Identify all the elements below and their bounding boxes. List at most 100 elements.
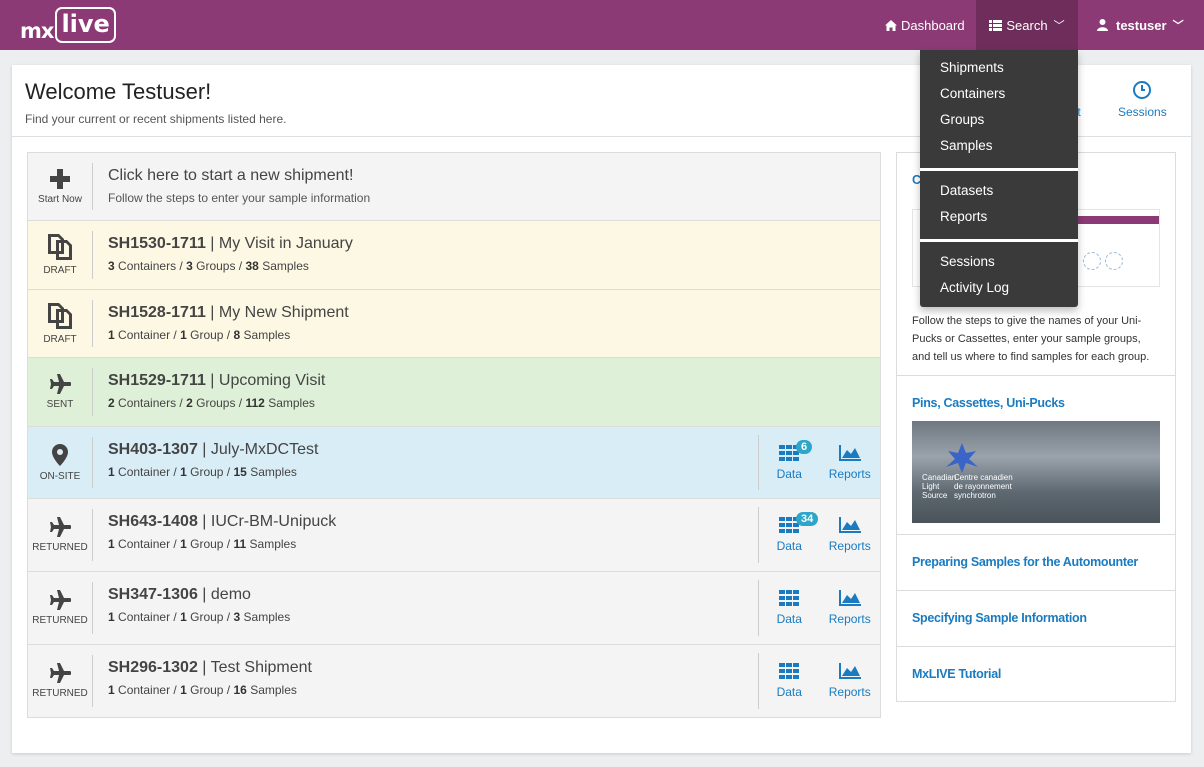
cls-logo-icon — [946, 443, 978, 473]
grid-icon — [779, 663, 800, 679]
clock-icon — [1133, 81, 1152, 99]
page-subtitle: Find your current or recent shipments li… — [25, 112, 287, 126]
status-label: RETURNED — [32, 542, 88, 553]
menu-item-sessions[interactable]: Sessions — [940, 254, 995, 269]
start-title[interactable]: Click here to start a new shipment! — [108, 167, 370, 185]
data-button[interactable]: Data — [759, 580, 820, 636]
menu-divider — [920, 239, 1078, 242]
status-label: RETURNED — [32, 615, 88, 626]
data-button[interactable]: 6 Data — [759, 435, 820, 490]
help-title[interactable]: MxLIVE Tutorial — [912, 667, 1001, 681]
menu-item-activity-log[interactable]: Activity Log — [940, 280, 1009, 295]
shipment-code: SH403-1307 — [108, 441, 198, 458]
data-button[interactable]: 34 Data — [759, 507, 820, 563]
plane-icon — [50, 374, 71, 394]
shipment-row[interactable]: RETURNED SH643-1408 | IUCr-BM-Unipuck 1 … — [28, 499, 880, 572]
help-thumbnail[interactable]: Canadian Light Source Centre canadien de… — [912, 421, 1160, 523]
mxlive-logo[interactable]: mx live — [20, 6, 116, 43]
sessions-link[interactable]: Sessions — [1118, 81, 1167, 119]
shipment-title[interactable]: SH1530-1711 | My Visit in January — [108, 235, 353, 253]
menu-item-containers[interactable]: Containers — [940, 86, 1005, 101]
plus-icon — [50, 168, 70, 189]
reports-button[interactable]: Reports — [820, 580, 881, 636]
reports-button[interactable]: Reports — [820, 435, 881, 490]
shipment-title[interactable]: SH296-1302 | Test Shipment — [108, 659, 312, 677]
help-text: Follow the steps to give the names of yo… — [912, 315, 1150, 363]
status-cell: RETURNED — [28, 582, 93, 634]
copy-icon — [48, 234, 72, 260]
area-chart-icon — [838, 590, 861, 606]
start-subtitle: Follow the steps to enter your sample in… — [108, 191, 371, 205]
nav-user[interactable]: testuser ﹀ — [1097, 0, 1184, 50]
menu-item-reports[interactable]: Reports — [940, 209, 987, 224]
menu-item-shipments[interactable]: Shipments — [940, 60, 1004, 75]
help-title[interactable]: Preparing Samples for the Automounter — [912, 555, 1138, 569]
shipment-row[interactable]: DRAFT SH1528-1711 | My New Shipment 1 Co… — [28, 290, 880, 358]
shipment-row[interactable]: RETURNED SH296-1302 | Test Shipment 1 Co… — [28, 645, 880, 717]
nav-search[interactable]: Search ﹀ — [976, 0, 1078, 50]
shipment-summary: 1 Container / 1 Group / 11 Samples — [108, 537, 297, 551]
menu-item-samples[interactable]: Samples — [940, 138, 993, 153]
data-count-badge: 6 — [796, 440, 813, 454]
plane-icon — [50, 590, 71, 610]
nav-dashboard[interactable]: Dashboard — [885, 0, 965, 50]
reports-button[interactable]: Reports — [820, 653, 881, 709]
shipment-summary: 1 Container / 1 Group / 16 Samples — [108, 683, 297, 697]
status-cell: SENT — [28, 368, 93, 416]
data-count-badge: 34 — [796, 512, 819, 526]
data-label: Data — [776, 466, 802, 481]
reports-label: Reports — [828, 612, 871, 626]
shipment-row[interactable]: DRAFT SH1530-1711 | My Visit in January … — [28, 221, 880, 290]
menu-item-datasets[interactable]: Datasets — [940, 183, 993, 198]
start-shipment-row[interactable]: Start Now Click here to start a new ship… — [28, 153, 880, 221]
help-section-pins: Pins, Cassettes, Uni-Pucks Canadian Ligh… — [897, 376, 1175, 535]
shipment-row[interactable]: SENT SH1529-1711 | Upcoming Visit 2 Cont… — [28, 358, 880, 427]
help-title[interactable]: Pins, Cassettes, Uni-Pucks — [912, 396, 1065, 410]
menu-divider — [920, 168, 1078, 171]
area-chart-icon — [838, 444, 861, 461]
shipment-summary: 3 Containers / 3 Groups / 38 Samples — [108, 259, 309, 273]
status-label: DRAFT — [43, 333, 77, 345]
shipment-title[interactable]: SH643-1408 | IUCr-BM-Unipuck — [108, 513, 336, 531]
home-icon — [885, 19, 897, 31]
shipment-actions: 6 Data Reports — [758, 435, 880, 490]
grid-icon — [779, 590, 800, 606]
shipment-name: demo — [210, 586, 251, 603]
area-chart-icon — [838, 663, 861, 679]
data-label: Data — [776, 539, 802, 553]
shipment-list: Start Now Click here to start a new ship… — [27, 152, 881, 718]
list-icon — [989, 19, 1003, 31]
data-button[interactable]: Data — [759, 653, 820, 709]
shipment-row[interactable]: RETURNED SH347-1306 | demo 1 Container /… — [28, 572, 880, 645]
help-title[interactable]: Specifying Sample Information — [912, 611, 1087, 625]
plane-icon — [50, 517, 71, 537]
shipment-summary: 2 Containers / 2 Groups / 112 Samples — [108, 396, 315, 410]
menu-item-groups[interactable]: Groups — [940, 112, 984, 127]
shipment-actions: Data Reports — [758, 653, 880, 709]
nav-user-label: testuser — [1116, 17, 1167, 33]
shipment-name: IUCr-BM-Unipuck — [210, 513, 337, 530]
shipment-title[interactable]: SH403-1307 | July-MxDCTest — [108, 441, 318, 459]
reports-label: Reports — [828, 539, 871, 553]
shipment-code: SH1530-1711 — [108, 235, 206, 252]
reports-label: Reports — [828, 685, 871, 699]
sessions-label: Sessions — [1118, 105, 1167, 119]
shipment-actions: Data Reports — [758, 580, 880, 636]
copy-icon — [48, 302, 72, 329]
map-marker-icon — [52, 443, 68, 466]
shipment-title[interactable]: SH1528-1711 | My New Shipment — [108, 304, 349, 322]
logo-prefix: mx — [20, 18, 54, 43]
status-cell: Start Now — [28, 163, 93, 210]
status-label: Start Now — [38, 193, 82, 205]
plane-icon — [50, 663, 71, 683]
cls-logo-text-fr: Centre canadien de rayonnement synchrotr… — [954, 473, 1013, 500]
page-title: Welcome Testuser! — [25, 79, 212, 104]
reports-button[interactable]: Reports — [820, 507, 881, 563]
status-cell: ON-SITE — [28, 437, 93, 488]
help-section-sample-info: Specifying Sample Information — [897, 591, 1175, 647]
shipment-title[interactable]: SH347-1306 | demo — [108, 586, 290, 604]
shipment-row[interactable]: ON-SITE SH403-1307 | July-MxDCTest 1 Con… — [28, 427, 880, 499]
shipment-title[interactable]: SH1529-1711 | Upcoming Visit — [108, 372, 325, 390]
cls-logo-text: Canadian Light Source — [922, 473, 957, 500]
help-section-automounter: Preparing Samples for the Automounter — [897, 535, 1175, 591]
